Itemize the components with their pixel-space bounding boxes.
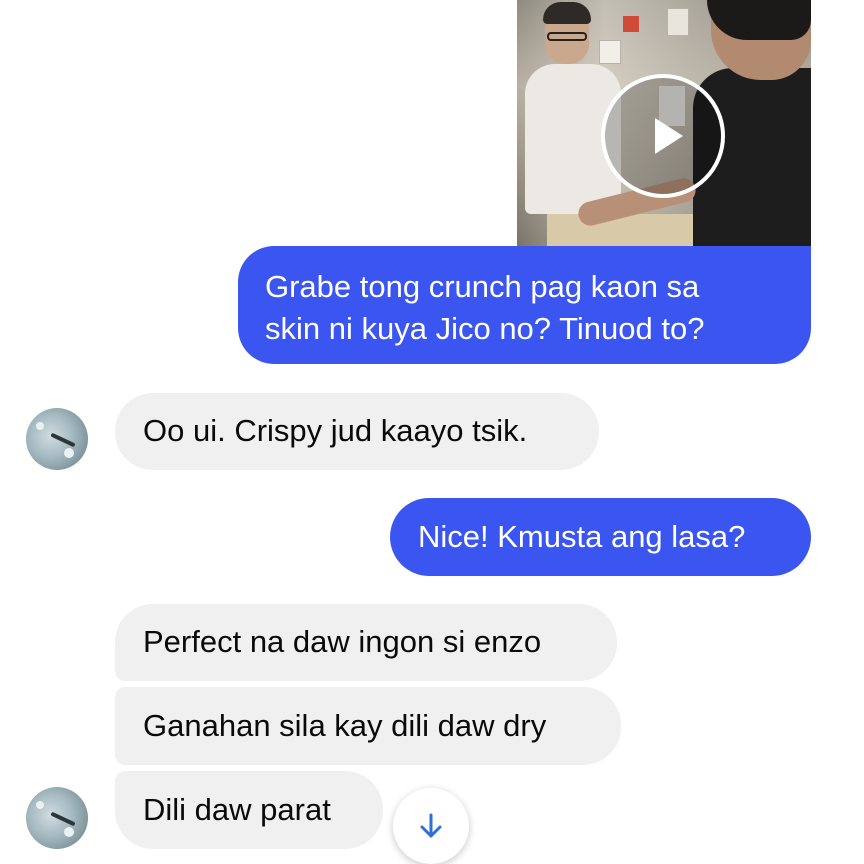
message-text: Nice! Kmusta ang lasa?	[418, 519, 746, 554]
scroll-to-bottom-button[interactable]	[393, 788, 469, 864]
play-icon	[655, 118, 683, 154]
avatar-detail	[50, 811, 76, 827]
message-text: Perfect na daw ingon si enzo	[143, 624, 542, 659]
arrow-down-icon	[420, 813, 442, 838]
avatar-detail	[50, 432, 76, 448]
message-outgoing[interactable]: Grabe tong crunch pag kaon sa skin ni ku…	[238, 246, 811, 364]
avatar-detail	[64, 448, 74, 458]
message-text: Dili daw parat	[143, 792, 331, 827]
play-button[interactable]	[601, 74, 725, 198]
contact-avatar[interactable]	[26, 408, 88, 470]
avatar-detail	[36, 422, 44, 430]
contact-avatar[interactable]	[26, 787, 88, 849]
person-left-glasses	[547, 32, 587, 41]
message-incoming[interactable]: Dili daw parat	[115, 771, 383, 849]
message-text: skin ni kuya Jico no? Tinuod to?	[265, 311, 705, 346]
avatar-detail	[36, 801, 44, 809]
video-message[interactable]	[517, 0, 811, 246]
message-incoming[interactable]: Perfect na daw ingon si enzo	[115, 604, 617, 681]
message-outgoing[interactable]: Nice! Kmusta ang lasa?	[390, 498, 811, 576]
wall-poster	[667, 8, 689, 36]
message-text: Oo ui. Crispy jud kaayo tsik.	[143, 413, 528, 448]
message-text: Ganahan sila kay dili daw dry	[143, 708, 547, 743]
message-text: Grabe tong crunch pag kaon sa	[265, 269, 700, 304]
person-left-hair	[543, 2, 591, 24]
message-incoming[interactable]: Ganahan sila kay dili daw dry	[115, 687, 621, 765]
avatar-detail	[64, 827, 74, 837]
message-incoming[interactable]: Oo ui. Crispy jud kaayo tsik.	[115, 393, 599, 470]
